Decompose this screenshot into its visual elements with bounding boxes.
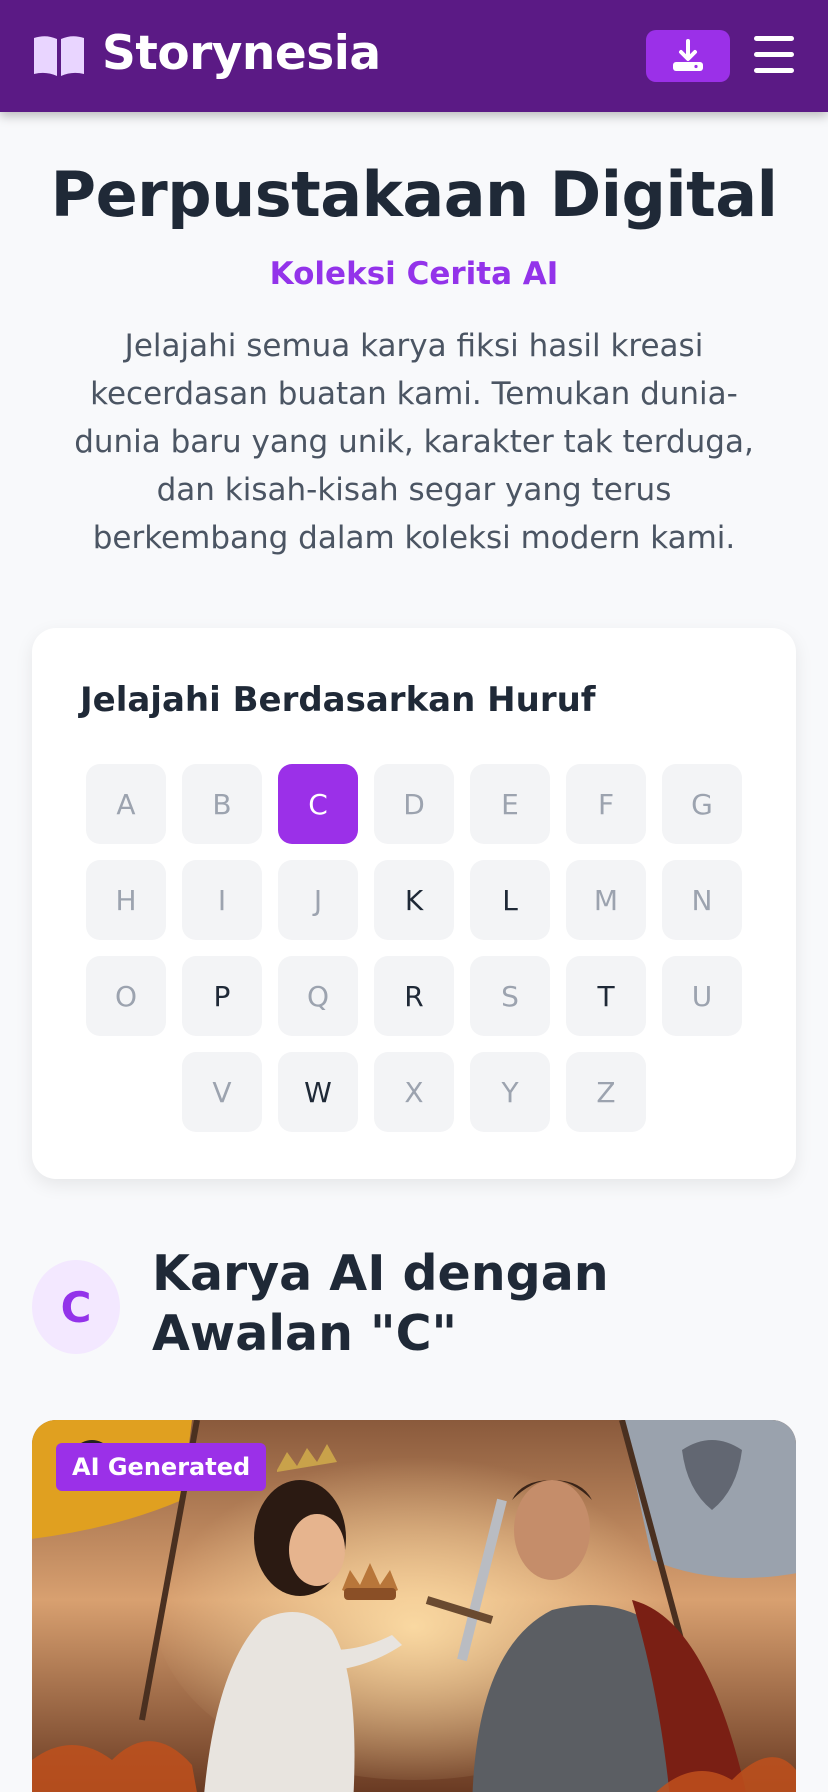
page-title: Perpustakaan Digital bbox=[50, 158, 778, 231]
letter-button-x[interactable]: X bbox=[374, 1052, 454, 1132]
alphabet-card-title: Jelajahi Berdasarkan Huruf bbox=[80, 680, 596, 720]
letter-button-f[interactable]: F bbox=[566, 764, 646, 844]
letter-button-u[interactable]: U bbox=[662, 956, 742, 1036]
download-icon bbox=[673, 39, 703, 71]
letter-button-i[interactable]: I bbox=[182, 860, 262, 940]
section-title: Karya AI dengan Awalan "C" bbox=[152, 1245, 609, 1362]
alphabet-card: Jelajahi Berdasarkan Huruf ABCDEFG HIJKLM… bbox=[32, 628, 796, 1179]
section-letter-badge: C bbox=[32, 1260, 120, 1354]
hamburger-menu-icon[interactable] bbox=[752, 34, 796, 76]
page-subtitle: Koleksi Cerita AI bbox=[269, 256, 559, 292]
letter-button-b[interactable]: B bbox=[182, 764, 262, 844]
letter-button-w[interactable]: W bbox=[278, 1052, 358, 1132]
letter-button-g[interactable]: G bbox=[662, 764, 742, 844]
brand-name[interactable]: Storynesia bbox=[102, 26, 381, 82]
letter-button-m[interactable]: M bbox=[566, 860, 646, 940]
letter-button-h[interactable]: H bbox=[86, 860, 166, 940]
letter-button-e[interactable]: E bbox=[470, 764, 550, 844]
letter-button-q[interactable]: Q bbox=[278, 956, 358, 1036]
letter-button-c[interactable]: C bbox=[278, 764, 358, 844]
letter-button-v[interactable]: V bbox=[182, 1052, 262, 1132]
letter-button-k[interactable]: K bbox=[374, 860, 454, 940]
ai-generated-badge: AI Generated bbox=[56, 1443, 267, 1491]
letter-button-r[interactable]: R bbox=[374, 956, 454, 1036]
open-book-icon[interactable] bbox=[32, 34, 86, 76]
letter-button-d[interactable]: D bbox=[374, 764, 454, 844]
letter-button-o[interactable]: O bbox=[86, 956, 166, 1036]
letter-button-n[interactable]: N bbox=[662, 860, 742, 940]
letter-button-z[interactable]: Z bbox=[566, 1052, 646, 1132]
letter-button-s[interactable]: S bbox=[470, 956, 550, 1036]
page-description: Jelajahi semua karya fiksi hasil kreasi … bbox=[74, 328, 754, 556]
letter-button-l[interactable]: L bbox=[470, 860, 550, 940]
letter-button-t[interactable]: T bbox=[566, 956, 646, 1036]
letter-button-p[interactable]: P bbox=[182, 956, 262, 1036]
letter-button-y[interactable]: Y bbox=[470, 1052, 550, 1132]
letter-button-a[interactable]: A bbox=[86, 764, 166, 844]
download-button[interactable] bbox=[646, 30, 730, 82]
app-header: Storynesia bbox=[0, 0, 828, 112]
letter-button-j[interactable]: J bbox=[278, 860, 358, 940]
